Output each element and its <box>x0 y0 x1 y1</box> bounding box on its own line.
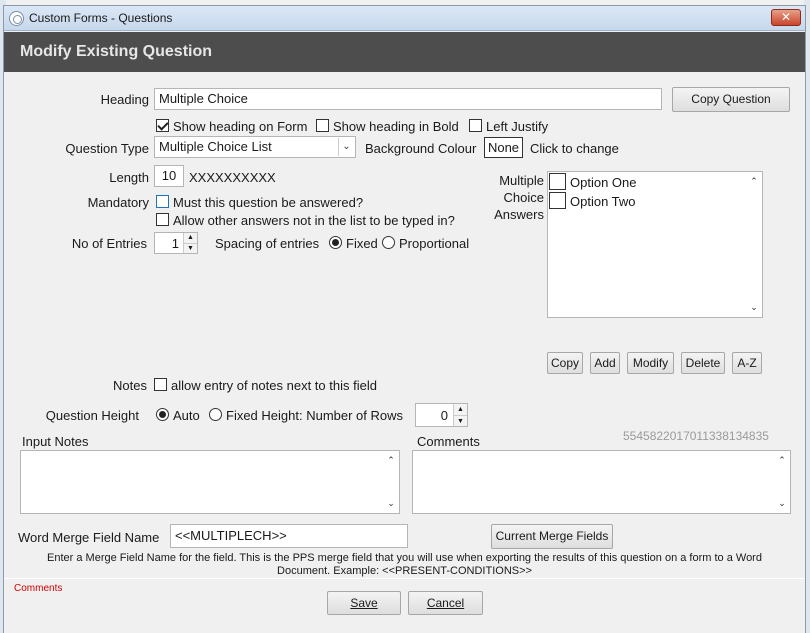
spacing-proportional-label: Proportional <box>399 236 470 251</box>
delete-answer-button[interactable]: Delete <box>681 352 725 374</box>
title-bar[interactable]: Custom Forms - Questions ✕ <box>4 6 805 31</box>
scroll-down-icon[interactable]: ⌄ <box>775 496 789 510</box>
copy-question-label: Copy Question <box>691 92 771 106</box>
question-type-label: Question Type <box>65 141 149 156</box>
height-fixed-label: Fixed Height: Number of Rows <box>226 408 404 423</box>
list-item[interactable]: Option One <box>548 172 762 191</box>
allow-notes-label: allow entry of notes next to this field <box>171 378 377 393</box>
entries-label: No of Entries <box>71 236 147 251</box>
spin-up-icon[interactable]: ▲ <box>454 404 467 415</box>
question-type-select[interactable]: Multiple Choice List <box>154 136 356 158</box>
question-id-number: 5545822017011338134835 <box>623 429 769 443</box>
entries-spin-buttons[interactable]: ▲ ▼ <box>183 233 197 253</box>
scroll-up-icon[interactable]: ⌃ <box>384 453 398 467</box>
save-button[interactable]: Save <box>327 591 401 615</box>
show-bold-checkbox[interactable] <box>316 119 329 132</box>
spacing-label: Spacing of entries <box>215 236 320 251</box>
left-justify-checkbox[interactable] <box>469 119 482 132</box>
spin-down-icon[interactable]: ▼ <box>454 415 467 426</box>
merge-help-text: Enter a Merge Field Name for the field. … <box>4 552 805 578</box>
option-checkbox[interactable] <box>549 192 566 209</box>
spin-up-icon[interactable]: ▲ <box>184 233 197 243</box>
heading-input[interactable]: Multiple Choice <box>154 88 662 110</box>
comments-link[interactable]: Comments <box>14 583 62 594</box>
app-icon <box>9 11 24 26</box>
must-answer-label: Must this question be answered? <box>173 195 364 210</box>
sort-az-button[interactable]: A-Z <box>732 352 762 374</box>
allow-other-label: Allow other answers not in the list to b… <box>173 213 455 228</box>
scroll-up-icon[interactable]: ⌃ <box>747 174 761 188</box>
cancel-label: Cancel <box>426 596 465 610</box>
background-colour-swatch[interactable]: None <box>484 137 523 158</box>
scroll-down-icon[interactable]: ⌄ <box>384 496 398 510</box>
allow-notes-checkbox[interactable] <box>154 378 167 391</box>
must-answer-checkbox[interactable] <box>156 195 169 208</box>
height-auto-label: Auto <box>173 408 200 423</box>
copy-answer-button[interactable]: Copy <box>547 352 583 374</box>
comments-label: Comments <box>417 434 480 449</box>
cancel-button[interactable]: Cancel <box>408 591 483 615</box>
length-input[interactable]: 10 <box>154 165 184 187</box>
footer-bar <box>4 578 805 633</box>
dialog-window: Custom Forms - Questions ✕ Modify Existi… <box>3 5 806 633</box>
rows-value: 0 <box>440 408 448 423</box>
add-answer-button[interactable]: Add <box>590 352 620 374</box>
merge-field-input[interactable]: <<MULTIPLECH>> <box>170 524 408 548</box>
comments-textarea[interactable]: ⌃ ⌄ <box>412 450 791 514</box>
input-notes-label: Input Notes <box>22 434 89 449</box>
background-colour-label: Background Colour <box>365 141 477 156</box>
entries-spinner[interactable]: 1 ▲ ▼ <box>154 232 198 254</box>
merge-field-label: Word Merge Field Name <box>18 530 160 545</box>
rows-spinner[interactable]: 0 ▲ ▼ <box>415 403 468 427</box>
heading-label: Heading <box>100 92 149 107</box>
mc-answers-list[interactable]: Option One Option Two ⌃ ⌄ <box>547 171 763 318</box>
mc-answers-label: Multiple Choice Answers <box>482 172 544 223</box>
scroll-down-icon[interactable]: ⌄ <box>747 300 761 314</box>
question-height-label: Question Height <box>45 408 139 423</box>
notes-label: Notes <box>113 378 147 393</box>
current-merge-fields-button[interactable]: Current Merge Fields <box>491 524 613 549</box>
option-label: Option One <box>570 175 637 190</box>
option-checkbox[interactable] <box>549 173 566 190</box>
input-notes-textarea[interactable]: ⌃ ⌄ <box>20 450 400 514</box>
left-justify-label: Left Justify <box>486 119 549 134</box>
merge-help-line1: Enter a Merge Field Name for the field. … <box>47 552 762 564</box>
save-label: Save <box>350 596 378 610</box>
background-colour-hint: Click to change <box>530 141 619 156</box>
mc-answers-label-line1: Multiple <box>499 173 544 188</box>
scroll-up-icon[interactable]: ⌃ <box>775 453 789 467</box>
chevron-down-icon[interactable]: ⌄ <box>338 138 354 156</box>
spacing-fixed-radio[interactable] <box>329 236 342 249</box>
spin-down-icon[interactable]: ▼ <box>184 243 197 253</box>
show-heading-label: Show heading on Form <box>173 119 308 134</box>
length-label: Length <box>109 170 149 185</box>
spacing-proportional-radio[interactable] <box>382 236 395 249</box>
allow-other-checkbox[interactable] <box>156 213 169 226</box>
height-fixed-radio[interactable] <box>209 408 222 421</box>
show-heading-checkbox[interactable] <box>156 119 169 132</box>
option-label: Option Two <box>570 194 636 209</box>
length-mask: XXXXXXXXXX <box>189 170 276 185</box>
rows-spin-buttons[interactable]: ▲ ▼ <box>453 404 467 426</box>
window-title: Custom Forms - Questions <box>29 11 173 25</box>
mc-answers-label-line2: Choice <box>503 190 544 205</box>
question-type-value: Multiple Choice List <box>159 139 272 154</box>
show-bold-label: Show heading in Bold <box>333 119 459 134</box>
spacing-fixed-label: Fixed <box>346 236 378 251</box>
page-title: Modify Existing Question <box>20 43 213 60</box>
merge-help-line2: Document. Example: <<PRESENT-CONDITIONS>… <box>277 565 532 577</box>
list-item[interactable]: Option Two <box>548 191 762 210</box>
copy-question-button[interactable]: Copy Question <box>672 87 790 112</box>
modify-answer-button[interactable]: Modify <box>627 352 674 374</box>
height-auto-radio[interactable] <box>156 408 169 421</box>
close-button[interactable]: ✕ <box>771 9 801 26</box>
entries-value: 1 <box>171 236 179 251</box>
mandatory-label: Mandatory <box>87 195 149 210</box>
mc-answers-label-line3: Answers <box>494 207 544 222</box>
